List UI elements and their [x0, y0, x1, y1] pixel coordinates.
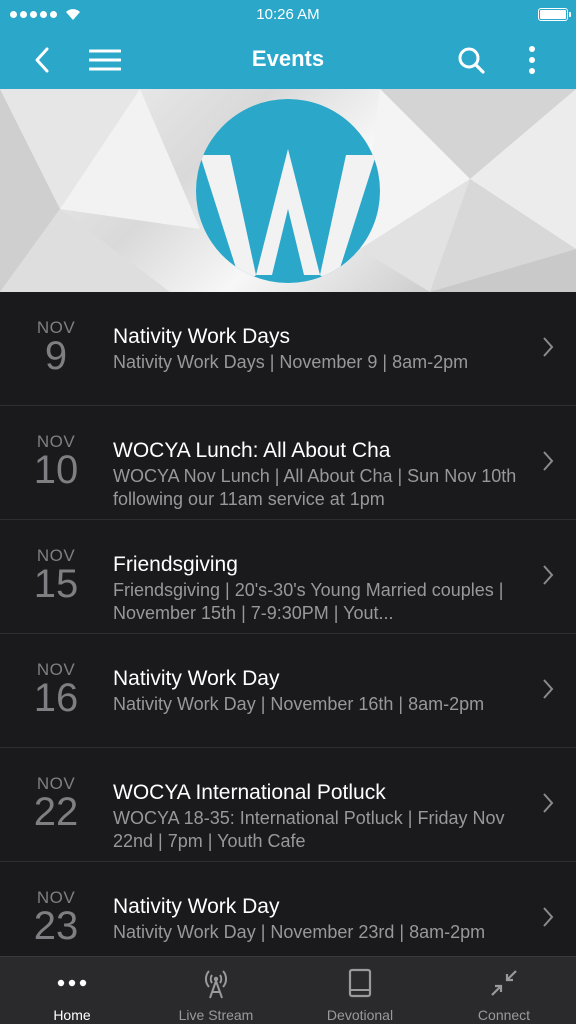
tab-label: Devotional [326, 1007, 394, 1023]
chevron-right-icon [543, 565, 554, 585]
more-options-button[interactable] [512, 40, 552, 80]
collapse-arrows-icon [491, 970, 517, 996]
event-day: 10 [33, 448, 79, 492]
book-icon [348, 968, 372, 998]
event-description: WOCYA Nov Lunch | All About Cha | Sun No… [113, 466, 517, 509]
list-item[interactable]: NOV 9 Nativity Work Days Nativity Work D… [0, 292, 576, 406]
event-day: 23 [33, 904, 79, 948]
tab-devotional[interactable]: Devotional [288, 957, 432, 1024]
event-title: Nativity Work Day [113, 895, 280, 918]
event-title: Nativity Work Day [113, 667, 280, 690]
navigation-bar: Events [0, 30, 576, 89]
event-description: Nativity Work Day | November 23rd | 8am-… [113, 922, 486, 942]
list-item[interactable]: NOV 10 WOCYA Lunch: All About Cha WOCYA … [0, 406, 576, 520]
header-banner [0, 89, 576, 292]
status-bar: 10:26 AM [0, 0, 576, 30]
event-date: NOV 22 [20, 774, 92, 832]
tab-label: Connect [477, 1007, 531, 1023]
event-date: NOV 10 [20, 432, 92, 490]
event-date: NOV 9 [20, 318, 92, 376]
tab-live-stream[interactable]: Live Stream [144, 957, 288, 1024]
event-date: NOV 16 [20, 660, 92, 718]
tab-label: Live Stream [178, 1007, 254, 1023]
event-description: Friendsgiving | 20's-30's Young Married … [113, 580, 504, 623]
tab-connect[interactable]: Connect [432, 957, 576, 1024]
chevron-right-icon [543, 451, 554, 471]
tab-home[interactable]: Home [0, 957, 144, 1024]
chevron-right-icon [543, 793, 554, 813]
chevron-right-icon [543, 337, 554, 357]
event-day: 15 [33, 562, 79, 606]
tab-label: Home [53, 1007, 91, 1023]
battery-icon [538, 8, 571, 21]
event-day: 9 [44, 334, 68, 378]
event-date: NOV 15 [20, 546, 92, 604]
event-title: Friendsgiving [113, 553, 238, 576]
event-day: 16 [33, 676, 79, 720]
list-item[interactable]: NOV 22 WOCYA International Potluck WOCYA… [0, 748, 576, 862]
events-list: NOV 9 Nativity Work Days Nativity Work D… [0, 292, 576, 956]
list-item[interactable]: NOV 23 Nativity Work Day Nativity Work D… [0, 862, 576, 956]
event-date: NOV 23 [20, 888, 92, 946]
event-title: WOCYA International Potluck [113, 781, 386, 804]
broadcast-icon [205, 970, 227, 999]
search-button[interactable] [451, 40, 491, 80]
chevron-right-icon [543, 907, 554, 927]
search-icon [458, 47, 485, 74]
status-time: 10:26 AM [256, 6, 320, 23]
event-day: 22 [33, 790, 79, 834]
event-description: Nativity Work Days | November 9 | 8am-2p… [113, 352, 469, 372]
list-item[interactable]: NOV 15 Friendsgiving Friendsgiving | 20'… [0, 520, 576, 634]
event-title: Nativity Work Days [113, 325, 290, 348]
list-item[interactable]: NOV 16 Nativity Work Day Nativity Work D… [0, 634, 576, 748]
church-logo [196, 99, 380, 283]
chevron-right-icon [543, 679, 554, 699]
event-description: WOCYA 18-35: International Potluck | Fri… [113, 808, 505, 851]
event-title: WOCYA Lunch: All About Cha [113, 439, 391, 462]
more-vertical-icon [529, 46, 535, 74]
tab-bar: Home Live Stream Devotional Connect [0, 956, 576, 1024]
more-dots-icon [57, 979, 87, 987]
event-description: Nativity Work Day | November 16th | 8am-… [113, 694, 485, 714]
